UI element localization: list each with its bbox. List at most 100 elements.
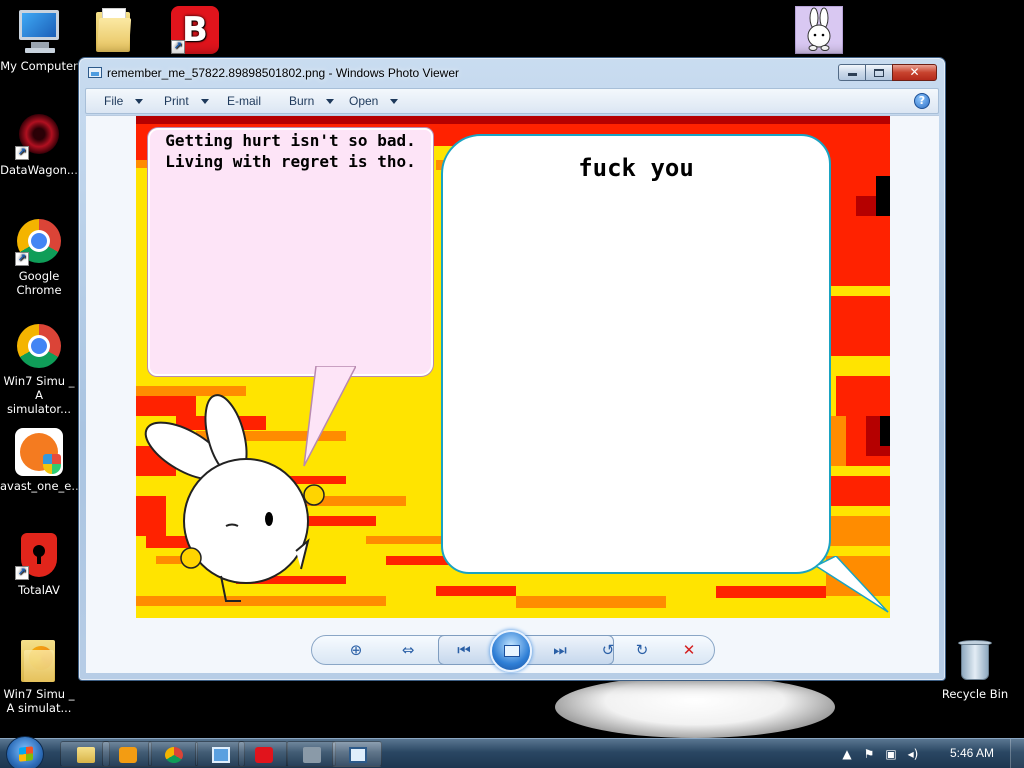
chrome-icon — [15, 323, 63, 371]
shortcut-arrow-icon: ↗ — [171, 40, 185, 54]
displayed-image: Getting hurt isn't so bad. Living with r… — [136, 116, 890, 618]
bunny-icon — [795, 6, 843, 54]
photo-viewer-icon — [88, 67, 102, 78]
window-title: remember_me_57822.89898501802.png - Wind… — [107, 66, 460, 80]
menu-print[interactable]: Print — [164, 89, 209, 113]
actual-size-button[interactable]: ⇔ — [396, 639, 420, 661]
desktop-icon-bunny[interactable] — [780, 6, 858, 57]
maximize-button[interactable] — [865, 64, 892, 81]
help-icon[interactable]: ? — [914, 93, 930, 109]
windows-logo-icon — [19, 746, 33, 762]
computer-icon — [15, 8, 63, 56]
desktop-icon-label: Win7 Simu _ A simulator... — [3, 374, 75, 416]
slideshow-button[interactable] — [490, 630, 532, 672]
rotate-ccw-icon: ↺ — [601, 641, 615, 659]
volume-icon[interactable]: ◂) — [906, 747, 920, 761]
remote-desktop-icon — [212, 747, 230, 763]
network-icon[interactable]: ▣ — [884, 747, 898, 761]
title-bar[interactable]: remember_me_57822.89898501802.png - Wind… — [79, 58, 945, 86]
explorer-icon — [77, 747, 95, 763]
app-icon — [303, 747, 321, 763]
chevron-down-icon — [326, 99, 335, 105]
minimize-button[interactable] — [838, 64, 865, 81]
photo-viewer-icon — [349, 747, 367, 763]
bitdefender-icon: B ↗ — [171, 6, 219, 54]
clock[interactable]: 5:46 AM — [950, 746, 994, 760]
chevron-down-icon — [200, 99, 209, 105]
flag-icon[interactable]: ⚑ — [862, 747, 876, 761]
taskbar: ▲ ⚑ ▣ ◂) 5:46 AM — [0, 736, 1024, 768]
right-bubble-text: fuck you — [578, 154, 694, 182]
desktop-icon-label: Google Chrome — [16, 269, 62, 297]
next-button[interactable]: ⏭ — [548, 639, 572, 661]
previous-icon: ⏮ — [457, 641, 471, 659]
chrome-icon — [165, 747, 183, 763]
close-icon: ✕ — [909, 65, 920, 79]
desktop-icon-label: Recycle Bin — [941, 687, 1009, 701]
desktop-icon-label: TotalAV — [18, 583, 60, 597]
photo-viewer-window[interactable]: remember_me_57822.89898501802.png - Wind… — [78, 57, 946, 681]
desktop-icon-label: Win7 Simu _ A simulat... — [3, 687, 75, 715]
desktop-icon-folder[interactable] — [75, 6, 153, 57]
rotate-clockwise-button[interactable]: ↻ — [630, 639, 654, 661]
shortcut-arrow-icon: ↗ — [15, 252, 29, 266]
right-speech-bubble — [441, 134, 831, 574]
avast-icon — [15, 428, 63, 476]
maximize-icon — [874, 69, 884, 77]
chevron-down-icon — [135, 99, 144, 105]
chevron-down-icon — [390, 99, 399, 105]
slideshow-icon — [504, 645, 520, 657]
desktop-icon-label: My Computer — [0, 59, 78, 73]
menu-burn[interactable]: Burn — [289, 89, 335, 113]
tray-arrow-icon[interactable]: ▲ — [840, 747, 854, 761]
menu-email[interactable]: E-mail — [227, 89, 261, 113]
bunny-character — [144, 394, 325, 602]
image-viewport[interactable]: Getting hurt isn't so bad. Living with r… — [86, 115, 939, 673]
next-icon: ⏭ — [553, 641, 567, 659]
system-tray: ▲ ⚑ ▣ ◂) 5:46 AM — [834, 739, 1024, 768]
desktop-icon-label: DataWagon... — [0, 163, 78, 177]
menu-open[interactable]: Open — [349, 89, 399, 113]
taskbar-bitdefender[interactable] — [238, 741, 288, 767]
desktop-icon-totalav[interactable]: ↗ TotalAV — [0, 532, 78, 597]
wallpaper-blob — [555, 676, 835, 738]
desktop-icon-win7-simu[interactable]: Win7 Simu _ A simulator... — [0, 323, 78, 416]
shortcut-arrow-icon: ↗ — [15, 146, 29, 160]
desktop-icon-win7-simu-folder[interactable]: Win7 Simu _ A simulat... — [0, 636, 78, 715]
taskbar-media-player[interactable] — [102, 741, 152, 767]
taskbar-photo-viewer[interactable] — [332, 741, 382, 767]
desktop-icon-datawagon[interactable]: ↗ DataWagon... — [0, 112, 78, 177]
taskbar-app[interactable] — [286, 741, 336, 767]
desktop-icon-google-chrome[interactable]: ↗ Google Chrome — [0, 218, 78, 297]
delete-icon: ✕ — [682, 641, 696, 659]
menu-bar: File Print E-mail Burn Open ? — [85, 88, 939, 114]
zoom-icon: ⊕ — [349, 641, 363, 659]
show-desktop-button[interactable] — [1010, 739, 1024, 768]
desktop-icon-recycle-bin[interactable]: Recycle Bin — [936, 636, 1014, 701]
menu-file[interactable]: File — [104, 89, 144, 113]
bitdefender-icon — [255, 747, 273, 763]
folder-icon — [90, 6, 138, 54]
minimize-icon — [847, 73, 857, 76]
close-button[interactable]: ✕ — [892, 64, 937, 81]
delete-button[interactable]: ✕ — [677, 639, 701, 661]
desktop-icon-my-computer[interactable]: My Computer — [0, 8, 78, 73]
start-button[interactable] — [6, 736, 44, 768]
desktop-icon-label: avast_one_e... — [0, 479, 83, 493]
caption-buttons: ✕ — [838, 64, 937, 82]
recycle-bin-icon — [951, 636, 999, 684]
media-player-icon — [119, 747, 137, 763]
desktop-icon-bitdefender[interactable]: B ↗ — [156, 6, 234, 57]
folder-music-icon — [15, 636, 63, 684]
shortcut-arrow-icon: ↗ — [15, 566, 29, 580]
datawagon-icon: ↗ — [15, 112, 63, 160]
taskbar-chrome[interactable] — [148, 741, 198, 767]
rotate-counterclockwise-button[interactable]: ↺ — [596, 639, 620, 661]
chrome-icon: ↗ — [15, 218, 63, 266]
right-bubble-tail — [816, 556, 889, 613]
rotate-cw-icon: ↻ — [635, 641, 649, 659]
totalav-icon: ↗ — [15, 532, 63, 580]
desktop-icon-avast[interactable]: avast_one_e... — [0, 428, 83, 493]
zoom-button[interactable]: ⊕ — [344, 639, 368, 661]
previous-button[interactable]: ⏮ — [452, 639, 476, 661]
